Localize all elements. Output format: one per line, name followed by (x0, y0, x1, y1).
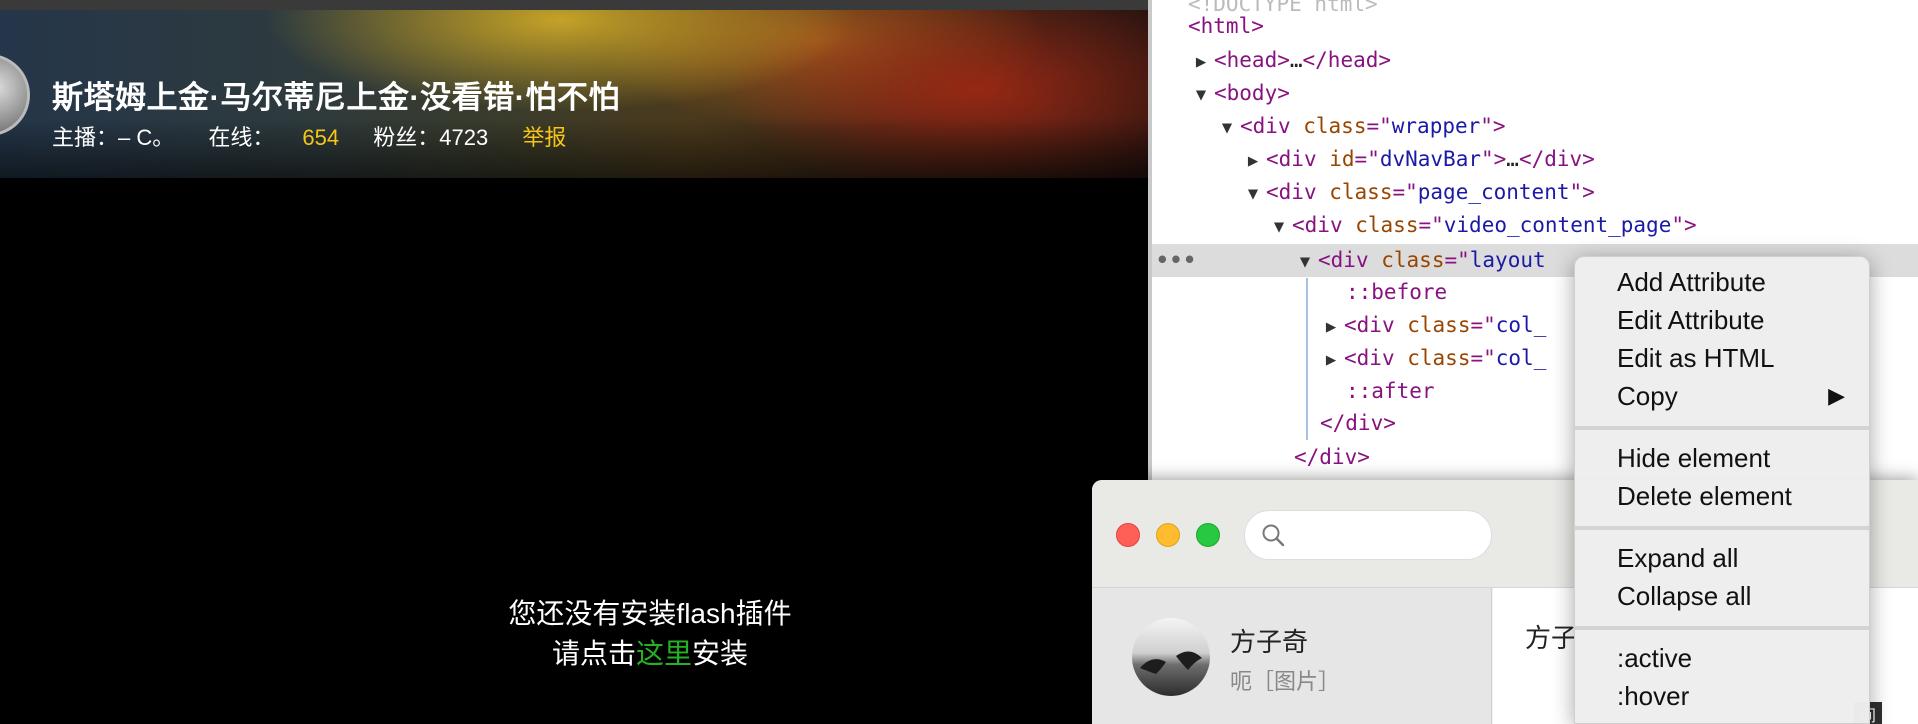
chat-contact-list: 方子奇 呃［图片］ (1092, 588, 1492, 724)
dom-attr-value[interactable]: col_ (1496, 313, 1547, 337)
dom-node-navbar[interactable]: ▶ <div id="dvNavBar">…</div> (1152, 143, 1918, 176)
dom-attr-name: class (1407, 313, 1471, 337)
dom-tag-close: </div> (1294, 445, 1370, 469)
collapse-triangle-icon[interactable]: ▼ (1240, 178, 1266, 211)
menu-item-collapse-all[interactable]: Collapse all (1575, 577, 1869, 615)
pseudo-element: ::before (1346, 280, 1448, 304)
install-flash-link[interactable]: 这里 (636, 638, 692, 669)
top-strip (0, 0, 1148, 10)
stream-page: 斯塔姆上金·马尔蒂尼上金·没看错·怕不怕 主播：– C。 在线： 654 粉丝：4… (0, 0, 1148, 724)
dom-attr-name: class (1303, 114, 1367, 138)
flash-missing-message: 您还没有安装flash插件 请点击这里安装 (410, 594, 890, 674)
menu-item-expand-all[interactable]: Expand all (1575, 539, 1869, 577)
contact-avatar[interactable] (1132, 618, 1210, 696)
node-actions-dots[interactable]: ••• (1156, 244, 1197, 277)
dom-attr-name: id (1329, 147, 1355, 171)
window-minimize-button[interactable] (1156, 523, 1180, 547)
contact-last-message: 呃［图片］ (1230, 669, 1341, 694)
fans-stat: 粉丝：4723 (373, 125, 489, 150)
dom-tag: <head> (1214, 48, 1290, 72)
contact-name[interactable]: 方子奇 (1230, 622, 1308, 659)
flash-line-1: 您还没有安装flash插件 (508, 598, 792, 629)
dom-tag-close: </head> (1302, 48, 1392, 72)
room-title: 斯塔姆上金·马尔蒂尼上金·没看错·怕不怕 (52, 80, 620, 115)
dom-tag-name: div (1252, 114, 1291, 138)
dolphin-icon (1140, 651, 1202, 674)
anchor-avatar[interactable] (0, 54, 30, 136)
submenu-arrow-icon: ▶ (1828, 383, 1845, 408)
flash-line-2-pre: 请点击 (551, 638, 636, 669)
dom-tag-name: div (1304, 213, 1343, 237)
dom-attr-value[interactable]: col_ (1496, 346, 1547, 370)
menu-item-edit-attribute[interactable]: Edit Attribute (1575, 301, 1869, 339)
dom-tag-name: div (1330, 248, 1369, 272)
flash-line-2-post: 安装 (692, 638, 749, 669)
report-link[interactable]: 举报 (522, 125, 566, 150)
room-meta: 主播：– C。 在线： 654 粉丝：4723 举报 (52, 120, 594, 152)
anchor-name[interactable]: 主播：– C。 (52, 125, 174, 150)
menu-item-hide-element[interactable]: Hide element (1575, 439, 1869, 477)
collapse-triangle-icon[interactable]: ▼ (1188, 79, 1214, 112)
collapse-triangle-icon[interactable]: ▼ (1214, 112, 1240, 145)
dom-attr-value[interactable]: wrapper (1392, 114, 1481, 138)
expand-triangle-icon[interactable]: ▶ (1318, 311, 1344, 344)
menu-item-edit-as-html[interactable]: Edit as HTML (1575, 339, 1869, 377)
online-label: 在线： (208, 125, 275, 150)
dom-attr-name: class (1355, 213, 1419, 237)
expand-triangle-icon[interactable]: ▶ (1240, 145, 1266, 178)
dom-attr-value[interactable]: page_content (1418, 180, 1570, 204)
dom-ellipsis[interactable]: … (1290, 48, 1303, 72)
dom-tag-name: div (1356, 346, 1395, 370)
flash-line-2: 请点击这里安装 (410, 634, 890, 674)
menu-item-copy[interactable]: Copy ▶ (1575, 377, 1869, 415)
menu-separator (1575, 426, 1869, 430)
collapse-triangle-icon[interactable]: ▼ (1266, 211, 1292, 244)
room-header: 斯塔姆上金·马尔蒂尼上金·没看错·怕不怕 主播：– C。 在线： 654 粉丝：4… (0, 10, 1148, 178)
window-close-button[interactable] (1116, 523, 1140, 547)
pseudo-element: ::after (1346, 379, 1435, 403)
dom-node-body[interactable]: ▼ <body> (1152, 77, 1918, 110)
conversation-title: 方子 (1525, 623, 1578, 653)
expand-triangle-icon[interactable]: ▶ (1188, 46, 1214, 79)
dom-tag: <html> (1188, 14, 1264, 38)
dom-attr-value[interactable]: layout (1470, 248, 1546, 272)
online-count: 654 (302, 125, 340, 150)
dom-node-wrapper[interactable]: ▼ <div class="wrapper"> (1152, 110, 1918, 143)
context-menu: Add Attribute Edit Attribute Edit as HTM… (1574, 256, 1870, 724)
dom-tag-name: div (1278, 147, 1317, 171)
dom-tag-close: </div> (1518, 147, 1595, 171)
dom-ellipsis[interactable]: … (1506, 147, 1519, 171)
dom-tag-name: div (1278, 180, 1317, 204)
dom-attr-value[interactable]: dvNavBar (1380, 147, 1481, 171)
search-icon (1262, 524, 1285, 547)
menu-item-copy-label: Copy (1617, 381, 1678, 411)
dom-attr-name: class (1329, 180, 1393, 204)
menu-item-force-hover[interactable]: :hover (1575, 677, 1869, 715)
menu-item-add-attribute[interactable]: Add Attribute (1575, 263, 1869, 301)
dom-tag-close: </div> (1320, 411, 1396, 435)
menu-item-force-active[interactable]: :active (1575, 639, 1869, 677)
dom-node-html[interactable]: <html> (1152, 10, 1918, 43)
dom-attr-value[interactable]: video_content_page (1444, 213, 1672, 237)
menu-separator (1575, 626, 1869, 630)
menu-item-delete-element[interactable]: Delete element (1575, 477, 1869, 515)
expand-triangle-icon[interactable]: ▶ (1318, 344, 1344, 377)
menu-separator (1575, 526, 1869, 530)
collapse-triangle-icon[interactable]: ▼ (1292, 246, 1318, 279)
search-input[interactable] (1244, 510, 1492, 560)
window-maximize-button[interactable] (1196, 523, 1220, 547)
menu-item-force-focus[interactable]: :f (1575, 715, 1869, 723)
online-stat: 在线： 654 (208, 125, 339, 150)
dom-attr-name: class (1381, 248, 1445, 272)
dom-attr-name: class (1407, 346, 1471, 370)
dom-node-video-content-page[interactable]: ▼ <div class="video_content_page"> (1152, 209, 1918, 242)
dom-node-page-content[interactable]: ▼ <div class="page_content"> (1152, 176, 1918, 209)
dom-node-head[interactable]: ▶ <head>…</head> (1152, 44, 1918, 77)
dom-tag: <body> (1214, 81, 1290, 105)
dom-tag-name: div (1356, 313, 1395, 337)
